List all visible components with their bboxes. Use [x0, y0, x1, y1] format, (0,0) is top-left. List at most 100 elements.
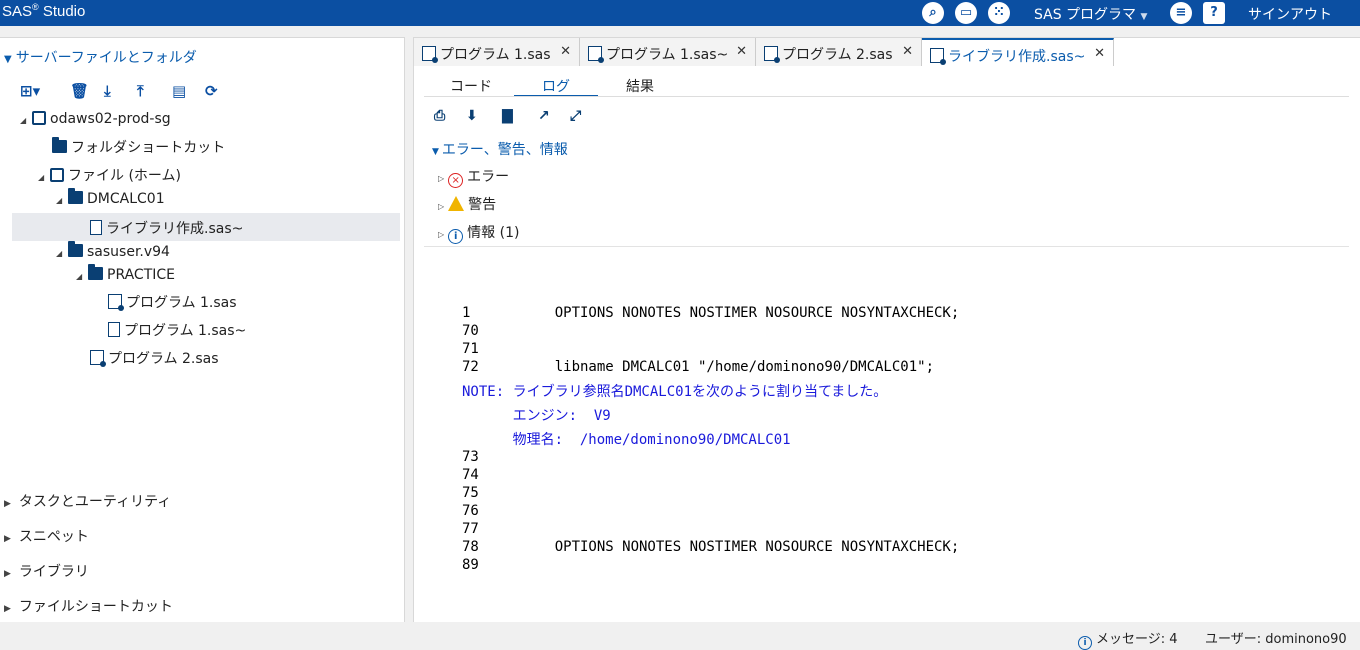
accordion-file-shortcuts[interactable]: ▶ ファイルショートカット: [4, 596, 173, 616]
divider: [424, 246, 1349, 247]
log-line: 78 OPTIONS NONOTES NOSTIMER NOSOURCE NOS…: [462, 539, 960, 555]
tree-item-prog1[interactable]: プログラム 1.sas: [108, 292, 237, 312]
tab-prog2[interactable]: プログラム 2.sas ✕: [756, 38, 922, 66]
collapse-triangle-icon[interactable]: ◢: [56, 196, 68, 205]
log-info-row[interactable]: ▷ i 情報 (1): [438, 222, 519, 244]
status-bar: i メッセージ: 4 ユーザー: dominono90: [0, 622, 1360, 650]
log-summary-header[interactable]: ▼ エラー、警告、情報: [432, 139, 568, 159]
messages-status[interactable]: i メッセージ: 4: [1078, 628, 1178, 650]
log-line: 71: [462, 341, 479, 357]
accordion-libraries[interactable]: ▶ ライブラリ: [4, 561, 89, 581]
navigation-pane: ▼ サーバーファイルとフォルダ ⊞▾ 🗑 ⤓ ⤒ ▤ ⟳ ◢ odaws02-pro…: [0, 37, 405, 622]
expand-triangle-icon: ▶: [4, 534, 11, 544]
expand-triangle-icon: ▶: [4, 604, 11, 614]
maximize-icon[interactable]: ⤢: [570, 108, 581, 124]
subtab-code[interactable]: コード: [450, 76, 492, 96]
divider: [424, 96, 1349, 97]
server-icon: [32, 111, 46, 125]
folder-shortcut-icon: [52, 137, 67, 153]
top-bar: SAS® Studio ⌕ ▭ ⁙ SAS プログラマ ▼ ≡ ? サインアウト: [0, 0, 1360, 26]
collapse-triangle-icon[interactable]: ◢: [38, 173, 50, 182]
close-icon[interactable]: ✕: [1094, 46, 1105, 61]
log-note-line: エンジン: V9: [462, 408, 611, 424]
collapse-triangle-icon[interactable]: ◢: [56, 249, 68, 258]
sas-program-icon: [588, 46, 604, 63]
close-icon[interactable]: ✕: [560, 44, 571, 59]
tree-item-folder-shortcuts[interactable]: フォルダショートカット: [52, 137, 225, 157]
open-folder-icon[interactable]: ▭: [955, 2, 977, 24]
close-icon[interactable]: ✕: [902, 44, 913, 59]
refresh-icon[interactable]: ⟳: [205, 82, 218, 100]
tree-item-library-file[interactable]: ライブラリ作成.sas~: [90, 218, 243, 238]
options-menu-icon[interactable]: ≡: [1170, 2, 1192, 24]
log-line: 1 OPTIONS NONOTES NOSTIMER NOSOURCE NOSY…: [462, 305, 960, 321]
log-line: 73: [462, 449, 479, 465]
sas-program-icon: [108, 294, 124, 311]
download-log-icon[interactable]: ⬇: [466, 108, 478, 124]
apps-grid-icon[interactable]: ⁙: [988, 2, 1010, 24]
folder-icon: [68, 188, 83, 204]
info-icon: i: [1078, 636, 1092, 650]
sas-program-icon: [930, 48, 946, 65]
tree-item-practice[interactable]: ◢ PRACTICE: [76, 264, 175, 283]
log-line: 75: [462, 485, 479, 501]
help-icon[interactable]: ?: [1203, 2, 1225, 24]
log-line: 89: [462, 557, 479, 573]
log-line: 76: [462, 503, 479, 519]
expand-triangle-icon: ▷: [438, 174, 445, 183]
expand-triangle-icon: ▷: [438, 202, 445, 211]
print-icon[interactable]: ▇: [502, 108, 513, 124]
expand-triangle-icon: ▶: [4, 569, 11, 579]
tab-prog1-tilde[interactable]: プログラム 1.sas~ ✕: [580, 38, 756, 66]
accordion-tasks[interactable]: ▶ タスクとユーティリティ: [4, 491, 171, 511]
signout-link[interactable]: サインアウト: [1248, 4, 1332, 24]
upload-icon[interactable]: ⤒: [137, 82, 144, 100]
folder-icon: [88, 264, 103, 280]
file-icon: [90, 220, 102, 235]
properties-icon[interactable]: ▤: [172, 82, 186, 100]
log-line: 70: [462, 323, 479, 339]
tab-prog1[interactable]: プログラム 1.sas ✕: [414, 38, 580, 66]
accordion-snippets[interactable]: ▶ スニペット: [4, 526, 89, 546]
tree-item-files-home[interactable]: ◢ ファイル (ホーム): [38, 165, 181, 185]
expand-triangle-icon: ▶: [4, 499, 11, 509]
tree-item-dmcalc01[interactable]: ◢ DMCALC01: [56, 188, 165, 207]
warning-icon: [448, 196, 465, 211]
app-brand: SAS® Studio: [2, 2, 86, 20]
tree-item-sasuser[interactable]: ◢ sasuser.v94: [56, 241, 170, 260]
sas-program-icon: [90, 350, 106, 367]
new-item-icon[interactable]: ⊞▾: [20, 82, 40, 100]
folder-icon: [68, 241, 83, 257]
user-status: ユーザー: dominono90: [1205, 632, 1347, 647]
expand-triangle-icon: ▷: [438, 230, 445, 239]
subtab-log[interactable]: ログ: [542, 76, 570, 96]
search-icon[interactable]: ⌕: [922, 2, 944, 24]
delete-icon[interactable]: 🗑: [70, 82, 89, 100]
home-folder-icon: [50, 168, 64, 182]
error-icon: ×: [448, 173, 464, 188]
info-icon: i: [448, 229, 464, 244]
tree-item-server[interactable]: ◢ odaws02-prod-sg: [20, 111, 171, 127]
collapse-triangle-icon[interactable]: ◢: [76, 272, 88, 281]
log-note-line: NOTE: ライブラリ参照名DMCALC01を次のように割り当てました。: [462, 384, 888, 400]
close-icon[interactable]: ✕: [736, 44, 747, 59]
subtab-results[interactable]: 結果: [626, 76, 654, 96]
log-line: 74: [462, 467, 479, 483]
sas-program-icon: [764, 46, 780, 63]
download-icon[interactable]: ⤓: [104, 82, 111, 100]
open-new-window-icon[interactable]: ↗: [538, 108, 550, 124]
log-note-line: 物理名: /home/dominono90/DMCALC01: [462, 432, 791, 448]
tab-library-file[interactable]: ライブラリ作成.sas~ ✕: [922, 38, 1114, 66]
perspective-menu[interactable]: SAS プログラマ ▼: [1034, 4, 1147, 24]
server-files-section-header[interactable]: ▼ サーバーファイルとフォルダ: [4, 47, 197, 67]
save-log-icon[interactable]: ⎙: [434, 108, 445, 124]
tree-item-prog1-tilde[interactable]: プログラム 1.sas~: [108, 320, 246, 340]
expand-arrow-icon: ▼: [4, 54, 12, 65]
log-warnings-row[interactable]: ▷ 警告: [438, 194, 496, 214]
collapse-triangle-icon[interactable]: ◢: [20, 116, 32, 125]
tree-item-prog2[interactable]: プログラム 2.sas: [90, 348, 219, 368]
log-line: 72 libname DMCALC01 "/home/dominono90/DM…: [462, 359, 935, 375]
log-errors-row[interactable]: ▷ × エラー: [438, 166, 509, 188]
sas-program-icon: [422, 46, 438, 63]
log-line: 77: [462, 521, 479, 537]
